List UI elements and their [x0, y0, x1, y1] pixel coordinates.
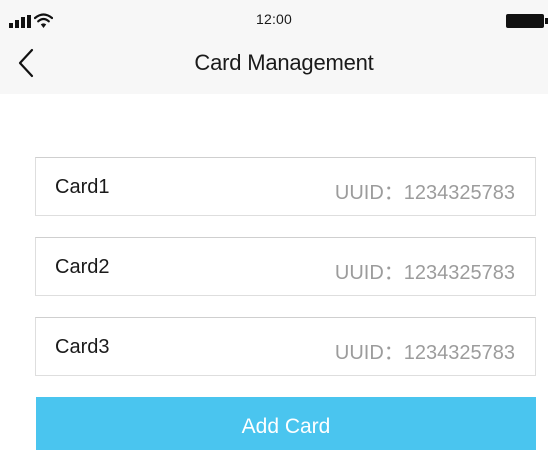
- top-bar: 12:00 Card Management: [0, 0, 548, 94]
- card-name: Card3: [55, 336, 110, 358]
- page-title: Card Management: [194, 50, 374, 75]
- card-row[interactable]: Card2 UUID：1234325783: [35, 237, 536, 296]
- navigation-bar: Card Management: [0, 38, 548, 94]
- card-uuid: UUID：1234325783: [334, 262, 515, 284]
- card-row[interactable]: Card3 UUID：1234325783: [35, 317, 536, 376]
- card-uuid: UUID：1234325783: [334, 182, 515, 204]
- card-name: Card1: [55, 176, 110, 198]
- card-uuid: UUID：1234325783: [334, 342, 515, 364]
- status-bar: 12:00: [0, 0, 548, 38]
- card-row[interactable]: Card1 UUID：1234325783: [35, 157, 536, 216]
- status-time: 12:00: [255, 11, 293, 27]
- battery-icon: [506, 14, 548, 28]
- card-name: Card2: [55, 256, 110, 278]
- add-card-button[interactable]: Add Card: [36, 397, 536, 450]
